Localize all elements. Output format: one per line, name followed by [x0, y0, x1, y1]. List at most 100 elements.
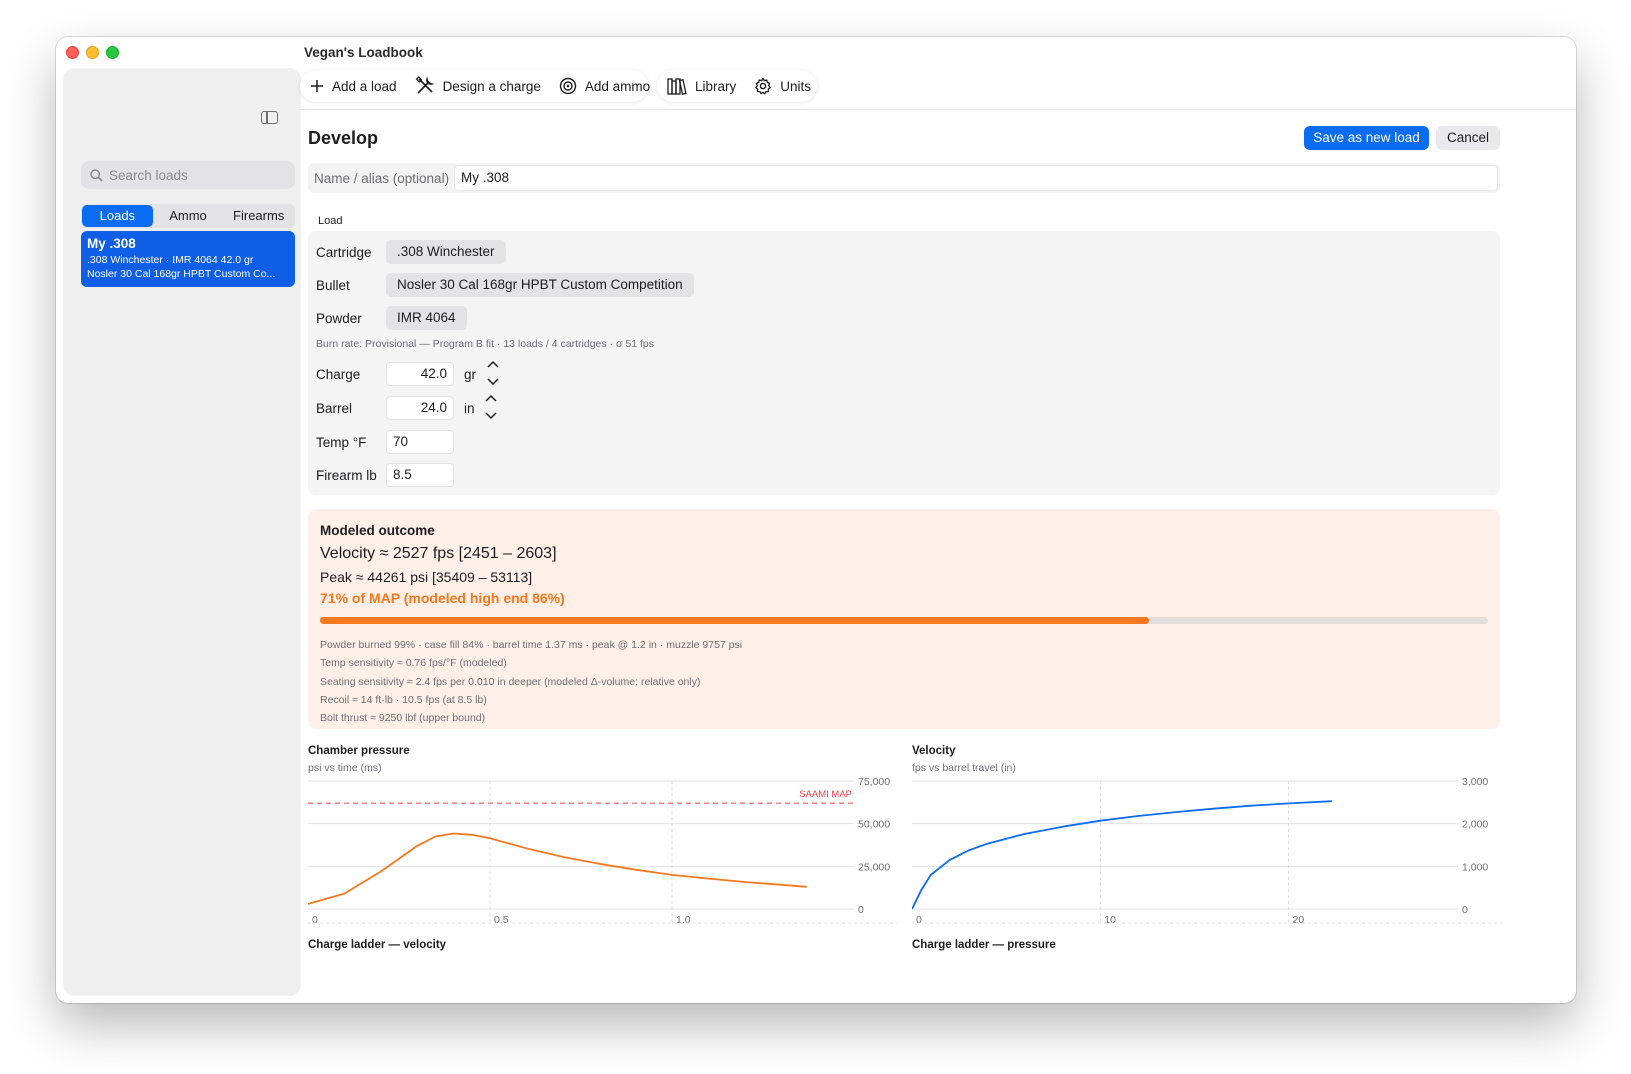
temp-field[interactable]: 70 [386, 430, 454, 454]
powder-label: Powder [316, 311, 362, 326]
list-item[interactable]: My .308 .308 Winchester · IMR 4064 42.0 … [81, 231, 295, 287]
chamber-pressure-chart-title: Chamber pressure [308, 745, 410, 757]
y-tick-label: 75,000 [858, 776, 890, 788]
detail-line: Powder burned 99% · case fill 84% · barr… [320, 639, 743, 651]
velocity-chart-title: Velocity [912, 745, 956, 757]
series-line [912, 800, 1332, 910]
map-progress-bar [320, 617, 1488, 624]
barrel-label: Barrel [316, 401, 353, 416]
tab-firearms[interactable]: Firearms [223, 205, 294, 227]
charge-label: Charge [316, 367, 361, 382]
books-icon [667, 78, 687, 95]
zoom-window-button[interactable] [106, 46, 119, 59]
cancel-button[interactable]: Cancel [1436, 126, 1500, 150]
chevron-down-icon[interactable] [485, 412, 497, 420]
y-tick-label: 25,000 [858, 861, 890, 873]
plus-icon [311, 80, 323, 92]
charge-unit: gr [464, 367, 477, 382]
y-tick-label: 1,000 [1462, 861, 1488, 873]
reference-line-label: SAAMI MAP [799, 789, 852, 800]
x-tick-label: 1.0 [676, 914, 691, 926]
sidebar-toggle-icon[interactable] [261, 111, 278, 124]
barrel-field[interactable]: 24.0 [386, 396, 454, 420]
cartridge-picker[interactable]: .308 Winchester [386, 240, 506, 264]
peak-pressure-estimate: Peak ≈ 44261 psi [35409 – 53113] [320, 569, 533, 585]
chamber-pressure-chart: 75,000 50,000 25,000 0 0 0.5 1.0 SAAMI MAP [308, 776, 898, 926]
window-title: Vegan's Loadbook [304, 45, 423, 60]
velocity-estimate: Velocity ≈ 2527 fps [2451 – 2603] [320, 545, 557, 562]
map-progress-fill [320, 617, 1150, 624]
modeled-outcome-panel: Modeled outcome Velocity ≈ 2527 fps [245… [308, 509, 1500, 729]
series-line [308, 832, 807, 905]
bullet-picker[interactable]: Nosler 30 Cal 168gr HPBT Custom Competit… [386, 273, 694, 297]
detail-line: Bolt thrust ≈ 9250 lbf (upper bound) [320, 712, 486, 725]
charge-field[interactable]: 42.0 [386, 362, 454, 386]
page-title: Develop [308, 128, 379, 148]
list-item-title: My .308 [87, 236, 136, 251]
barrel-unit: in [464, 401, 475, 416]
add-load-label: Add a load [332, 78, 397, 94]
load-section: Cartridge .308 Winchester Bullet Nosler … [308, 231, 1500, 495]
toolbar-group-actions: Add a load Design a charge Add ammo [300, 70, 650, 102]
x-tick-label: 0.5 [494, 914, 509, 926]
list-item-subtitle-2: Nosler 30 Cal 168gr HPBT Custom Co... [87, 268, 276, 280]
list-item-subtitle: .308 Winchester · IMR 4064 42.0 gr [87, 254, 254, 266]
x-tick-label: 0 [916, 914, 922, 926]
chevron-up-icon[interactable] [485, 394, 497, 402]
x-tick-label: 0 [312, 914, 318, 926]
gear-icon [755, 77, 772, 95]
firearm-weight-label: Firearm lb [316, 468, 377, 483]
close-window-button[interactable] [66, 46, 79, 59]
units-button[interactable]: Units [754, 77, 811, 95]
tab-loads[interactable]: Loads [82, 205, 153, 227]
y-tick-label: 2,000 [1462, 819, 1488, 831]
temp-label: Temp °F [316, 435, 367, 450]
charge-ladder-pressure-title: Charge ladder — pressure [912, 939, 1056, 951]
burn-rate-note: Burn rate: Provisional — Program B fit ·… [316, 338, 654, 350]
powder-picker[interactable]: IMR 4064 [386, 306, 467, 330]
library-label: Library [695, 78, 737, 94]
detail-line: Temp sensitivity ≈ 0.76 fps/°F (modeled) [320, 657, 507, 670]
tab-ammo[interactable]: Ammo [153, 205, 224, 227]
firearm-weight-field[interactable]: 8.5 [386, 463, 454, 487]
y-tick-label: 0 [1462, 904, 1468, 916]
y-tick-label: 3,000 [1462, 776, 1488, 788]
y-tick-label: 0 [858, 904, 864, 916]
charge-stepper[interactable] [484, 360, 502, 386]
sidebar: Search loads Loads Ammo Firearms My .308… [64, 69, 300, 995]
map-percentage: 71% of MAP (modeled high end 86%) [320, 590, 565, 606]
search-icon [90, 168, 103, 182]
toolbar-group-library: Library Units [657, 70, 817, 102]
charge-ladder-velocity-title: Charge ladder — velocity [308, 939, 447, 951]
minimize-window-button[interactable] [86, 46, 99, 59]
target-icon [559, 77, 577, 95]
chevron-down-icon[interactable] [487, 378, 499, 386]
add-ammo-label: Add ammo [584, 78, 651, 94]
app-window: Search loads Loads Ammo Firearms My .308… [56, 37, 1576, 1003]
save-as-new-load-button[interactable]: Save as new load [1304, 126, 1429, 150]
add-ammo-button[interactable]: Add ammo [559, 77, 650, 95]
name-label: Name / alias (optional) [314, 170, 450, 186]
detail-line: Recoil ≈ 14 ft·lb · 10.5 fps (at 8.5 lb) [320, 693, 487, 706]
name-row: Name / alias (optional) My .308 [308, 163, 1500, 193]
y-tick-label: 50,000 [858, 819, 890, 831]
develop-panel: Develop Save as new load Cancel Name / a… [308, 109, 1576, 1003]
design-charge-button[interactable]: Design a charge [415, 76, 541, 96]
add-load-button[interactable]: Add a load [310, 79, 397, 94]
outcome-details: Powder burned 99% · case fill 84% · barr… [320, 636, 1488, 727]
outcome-title: Modeled outcome [320, 523, 435, 538]
name-field[interactable]: My .308 [454, 165, 1498, 191]
x-tick-label: 10 [1104, 914, 1116, 926]
segmented-control: Loads Ammo Firearms [81, 204, 295, 228]
chevron-up-icon[interactable] [487, 360, 499, 368]
search-input[interactable]: Search loads [81, 161, 295, 189]
detail-line: Seating sensitivity ≈ 2.4 fps per 0.010 … [320, 675, 701, 688]
cartridge-label: Cartridge [316, 245, 372, 260]
units-label: Units [780, 78, 812, 94]
bullet-label: Bullet [316, 278, 350, 293]
library-button[interactable]: Library [667, 77, 736, 95]
section-label-load: Load [318, 215, 343, 227]
tools-icon [415, 76, 435, 94]
barrel-stepper[interactable] [482, 394, 500, 420]
design-charge-label: Design a charge [442, 78, 541, 94]
